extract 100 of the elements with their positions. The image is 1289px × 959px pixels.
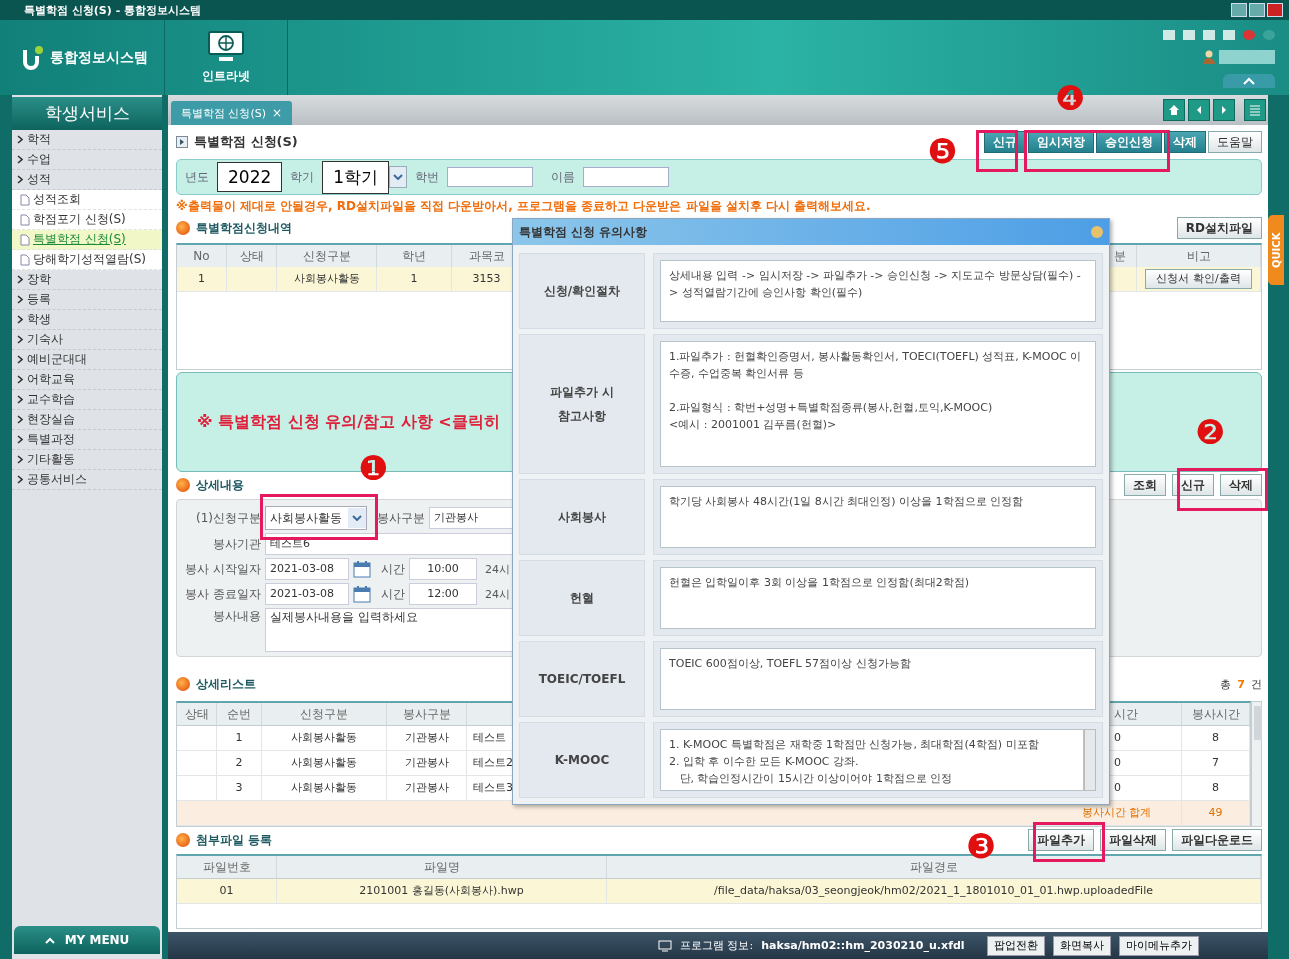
date-field[interactable]: 2021-03-08 — [265, 558, 349, 580]
play-icon — [176, 136, 188, 148]
input-field[interactable]: 2022 — [217, 162, 283, 192]
scrollbar[interactable] — [1084, 729, 1096, 791]
section-title: 첨부파일 등록 — [196, 831, 273, 849]
detail-button[interactable]: 조회 — [1124, 474, 1166, 496]
sidebar-title: 학생서비스 — [12, 97, 162, 130]
sidebar-item[interactable]: 교수학습 — [27, 391, 75, 408]
sidebar-item[interactable]: 학적 — [27, 131, 51, 148]
calendar-icon[interactable] — [353, 560, 371, 578]
page-title: 특별학점 신청(S) — [194, 133, 298, 151]
sidebar-subitem[interactable]: 성적조회 — [12, 190, 162, 210]
sidebar-item[interactable]: 공통서비스 — [27, 471, 87, 488]
minimize-icon[interactable] — [1231, 3, 1247, 17]
toolbar-button[interactable]: 삭제 — [1164, 131, 1206, 153]
close-windows-icon[interactable] — [1243, 30, 1255, 40]
sidebar-item[interactable]: 현장실습 — [27, 411, 75, 428]
column-header: 상태 — [177, 703, 217, 726]
collapse-button[interactable] — [1223, 74, 1275, 88]
notice-link[interactable]: ※ 특별학점 신청 유의/참고 사항 <클릭히 — [197, 411, 500, 433]
status-button[interactable]: 마이메뉴추가 — [1118, 935, 1199, 956]
sidebar-item[interactable]: 수업 — [27, 151, 51, 168]
document-icon — [20, 253, 30, 266]
field-label: 이름 — [551, 168, 576, 186]
semester-select[interactable]: 1학기 — [322, 160, 390, 194]
table-cell: 1 — [377, 267, 452, 292]
field-label: (1)신청구분 — [195, 509, 261, 527]
detail-button[interactable]: 삭제 — [1220, 474, 1262, 496]
calendar-icon[interactable] — [353, 585, 371, 603]
total-label: 총 — [1220, 676, 1232, 692]
field-label: 학번 — [415, 168, 440, 186]
notice-text: 1. K-MOOC 특별학점은 재학중 1학점만 신청가능, 최대학점(4학점) 미포함 2. 입학 후 이수한 모든 K-MOOC 강좌. 단, 학습인정시간이 15시간 이상이어야 1학점으로 인정 — [660, 729, 1084, 791]
input-field[interactable] — [447, 167, 534, 187]
chevron-right-icon — [17, 455, 23, 464]
sidebar-item[interactable]: 특별과정 — [27, 431, 75, 448]
file-button[interactable]: 파일삭제 — [1100, 829, 1166, 851]
column-header: 순번 — [217, 703, 262, 726]
sidebar-item[interactable]: 장학 — [27, 271, 51, 288]
table-cell — [177, 726, 217, 751]
date-field[interactable]: 2021-03-08 — [265, 583, 349, 605]
field-label: 봉사내용 — [212, 608, 261, 625]
download-button[interactable]: RD설치파일 — [1176, 217, 1262, 239]
next-icon[interactable] — [1213, 99, 1235, 121]
status-button[interactable]: 팝업전환 — [986, 935, 1045, 956]
notice-text: 헌혈은 입학일이후 3회 이상을 1학점으로 인정함(최대2학점) — [660, 567, 1096, 629]
time-field[interactable]: 12:00 — [409, 583, 477, 605]
notice-text: 1.파일추가 : 헌혈확인증명서, 봉사활동확인서, TOECI(TOEFL) 성적표, K-MOOC 이수증, 수업중복 확인서류 등 2.파일형식 : 학번+성명+특별학점종류(봉사,헌혈,토익,K-MOOC) <예시 : 2001001 김푸름(헌혈)> — [660, 341, 1096, 467]
field-label: 봉사 종료일자 — [184, 585, 261, 603]
chevron-right-icon — [17, 335, 23, 344]
table-cell: /file_data/haksa/03_seongjeok/hm02/2021_1_1801010_01_01.hwp.uploadedFile — [607, 879, 1261, 904]
unit-label: 24시 — [485, 586, 510, 602]
sidebar-item[interactable]: 기숙사 — [27, 331, 63, 348]
notice-text: 상세내용 입력 -> 임시저장 -> 파일추가 -> 승인신청 -> 지도교수 방문상담(필수) -> 성적열람기간에 승인사항 확인(필수) — [660, 260, 1096, 322]
time-field[interactable]: 10:00 — [409, 558, 477, 580]
chevron-up-icon — [44, 936, 55, 944]
document-icon — [20, 193, 30, 206]
close-icon[interactable] — [1267, 3, 1283, 17]
section-title: 상세내용 — [196, 476, 244, 494]
detail-button[interactable]: 신규 — [1172, 474, 1214, 496]
file-button[interactable]: 파일다운로드 — [1172, 829, 1262, 851]
print-button[interactable]: 신청서 확인/출력 — [1145, 269, 1252, 289]
toolbar-button[interactable]: 승인신청 — [1096, 131, 1162, 153]
input-field[interactable] — [583, 167, 670, 187]
sidebar-item[interactable]: 등록 — [27, 291, 51, 308]
file-button[interactable]: 파일추가 — [1028, 829, 1094, 851]
step-marker: ❷ — [1195, 412, 1226, 452]
category-select[interactable]: 사회봉사활동 — [265, 506, 367, 530]
previous-icon[interactable] — [1188, 99, 1210, 121]
toolbar-button[interactable]: 임시저장 — [1028, 131, 1094, 153]
monitor-globe-icon — [206, 30, 246, 64]
sidebar-item[interactable]: 예비군대대 — [27, 351, 87, 368]
logo-text: 통합정보시스템 — [50, 48, 148, 67]
notice-category: 신청/확인절차 — [519, 253, 645, 329]
unit-label: 24시 — [485, 561, 510, 577]
home-icon[interactable] — [1163, 99, 1185, 121]
sidebar-item[interactable]: 학생 — [27, 311, 51, 328]
step-marker: ❺ — [927, 131, 958, 171]
toolbar-button[interactable]: 도움말 — [1208, 131, 1262, 153]
sidebar-item[interactable]: 기타활동 — [27, 451, 75, 468]
my-menu-button[interactable]: MY MENU — [14, 926, 160, 954]
dialog-title: 특별학점 신청 유의사항 — [519, 223, 648, 241]
sidebar-item[interactable]: 어학교육 — [27, 371, 75, 388]
maximize-icon[interactable] — [1249, 3, 1265, 17]
status-button[interactable]: 화면복사 — [1052, 935, 1111, 956]
chevron-right-icon — [17, 275, 23, 284]
sidebar-subitem[interactable]: 특별학점 신청(S) — [12, 230, 162, 250]
notice-category: 사회봉사 — [519, 479, 645, 555]
field-label: 봉사기관 — [212, 535, 261, 553]
scrollbar[interactable] — [1251, 701, 1262, 827]
sidebar-subitem[interactable]: 당해학기성적열람(S) — [12, 250, 162, 270]
caret-icon[interactable] — [389, 166, 408, 188]
total-count: 7 — [1237, 677, 1245, 691]
sidebar-item[interactable]: 성적 — [27, 171, 51, 188]
close-icon[interactable] — [1091, 226, 1103, 238]
menu-icon[interactable] — [1244, 99, 1266, 121]
column-header: 파일번호 — [177, 856, 277, 879]
column-header: 신청구분 — [262, 703, 387, 726]
table-cell: 2 — [217, 751, 262, 776]
chevron-right-icon — [17, 395, 23, 404]
column-header: 봉사시간 — [1182, 703, 1250, 726]
